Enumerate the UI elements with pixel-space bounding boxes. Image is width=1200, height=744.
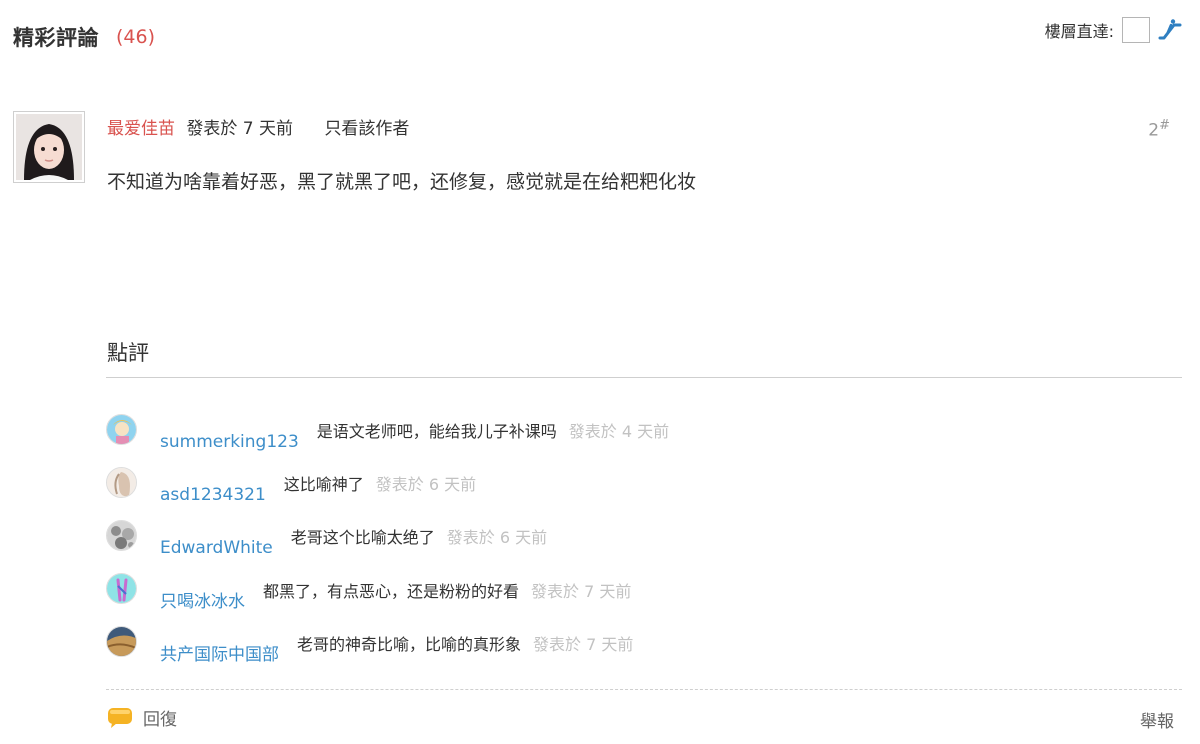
avatar[interactable] <box>106 573 137 604</box>
author-avatar[interactable] <box>13 111 85 183</box>
avatar-image <box>107 468 136 497</box>
list-item: 共产国际中国部 老哥的神奇比喻，比喻的真形象 發表於 7 天前 <box>106 626 1006 666</box>
floor-number-mark: # <box>1159 118 1170 133</box>
rate-time: 發表於 7 天前 <box>533 635 634 654</box>
rate-user-link[interactable]: EdwardWhite <box>160 538 273 558</box>
rate-text: 这比喻神了 <box>283 475 364 494</box>
rate-text: 老哥的神奇比喻，比喻的真形象 <box>297 635 522 654</box>
rate-title: 點評 <box>107 341 149 365</box>
escalator-icon[interactable] <box>1158 18 1182 42</box>
avatar-image <box>107 521 136 550</box>
rate-time: 發表於 6 天前 <box>446 528 548 547</box>
floor-jump-label: 樓層直達: <box>1044 22 1114 41</box>
list-item: EdwardWhite 老哥这个比喻太绝了 發表於 6 天前 <box>106 520 1006 560</box>
reply-button[interactable]: 回復 <box>107 705 177 730</box>
rate-body: asd1234321 这比喻神了 發表於 6 天前 <box>160 471 477 505</box>
rate-body: summerking123 是语文老师吧，能给我儿子补课吗 發表於 4 天前 <box>160 418 670 452</box>
avatar-image <box>16 114 82 180</box>
avatar[interactable] <box>106 467 137 498</box>
comment-count: (46) <box>116 26 156 48</box>
avatar[interactable] <box>106 520 137 551</box>
action-divider <box>106 689 1182 690</box>
post-timestamp: 發表於 7 天前 <box>186 119 294 139</box>
section-title: 精彩評論 <box>13 26 99 50</box>
avatar-image <box>107 627 136 656</box>
list-item: 只喝冰冰水 都黑了，有点恶心，还是粉粉的好看 發表於 7 天前 <box>106 573 1006 613</box>
post-author-link[interactable]: 最爱佳苗 <box>107 119 175 139</box>
rate-user-link[interactable]: summerking123 <box>160 432 299 452</box>
avatar-image <box>107 574 136 603</box>
rate-body: 只喝冰冰水 都黑了，有点恶心，还是粉粉的好看 發表於 7 天前 <box>160 577 632 612</box>
report-button[interactable]: 舉報 <box>1140 707 1174 732</box>
rate-user-link[interactable]: 只喝冰冰水 <box>160 587 245 612</box>
rate-divider <box>106 377 1182 378</box>
rate-text: 是语文老师吧，能给我儿子补课吗 <box>316 422 557 441</box>
avatar-image <box>107 415 136 444</box>
floor-jump: 樓層直達: <box>1045 16 1182 44</box>
comment-section: 精彩評論 (46) 樓層直達: 最爱佳苗 發表於 7 天前 只看該作者 2# 不… <box>0 0 1200 744</box>
rate-body: 共产国际中国部 老哥的神奇比喻，比喻的真形象 發表於 7 天前 <box>160 630 634 665</box>
rate-body: EdwardWhite 老哥这个比喻太绝了 發表於 6 天前 <box>160 524 548 558</box>
rate-time: 發表於 7 天前 <box>531 582 632 601</box>
rate-text: 老哥这个比喻太绝了 <box>290 528 435 547</box>
avatar[interactable] <box>106 414 137 445</box>
avatar[interactable] <box>106 626 137 657</box>
list-item: asd1234321 这比喻神了 發表於 6 天前 <box>106 467 1006 507</box>
rate-text: 都黑了，有点恶心，还是粉粉的好看 <box>263 582 520 601</box>
floor-number-value: 2 <box>1148 120 1160 141</box>
rate-time: 發表於 4 天前 <box>568 422 670 441</box>
post-meta: 最爱佳苗 發表於 7 天前 只看該作者 <box>107 114 409 139</box>
reply-label: 回復 <box>143 710 177 730</box>
post-content: 不知道为啥靠着好恶，黑了就黑了吧，还修复，感觉就是在给粑粑化妆 <box>107 171 697 193</box>
rate-user-link[interactable]: 共产国际中国部 <box>160 640 279 665</box>
floor-jump-input[interactable] <box>1122 17 1150 43</box>
rate-user-link[interactable]: asd1234321 <box>160 485 266 505</box>
only-author-link[interactable]: 只看該作者 <box>324 119 409 139</box>
rate-time: 發表於 6 天前 <box>375 475 477 494</box>
list-item: summerking123 是语文老师吧，能给我儿子补课吗 發表於 4 天前 <box>106 414 1006 454</box>
floor-number[interactable]: 2# <box>1148 118 1170 141</box>
speech-bubble-icon <box>108 707 132 728</box>
